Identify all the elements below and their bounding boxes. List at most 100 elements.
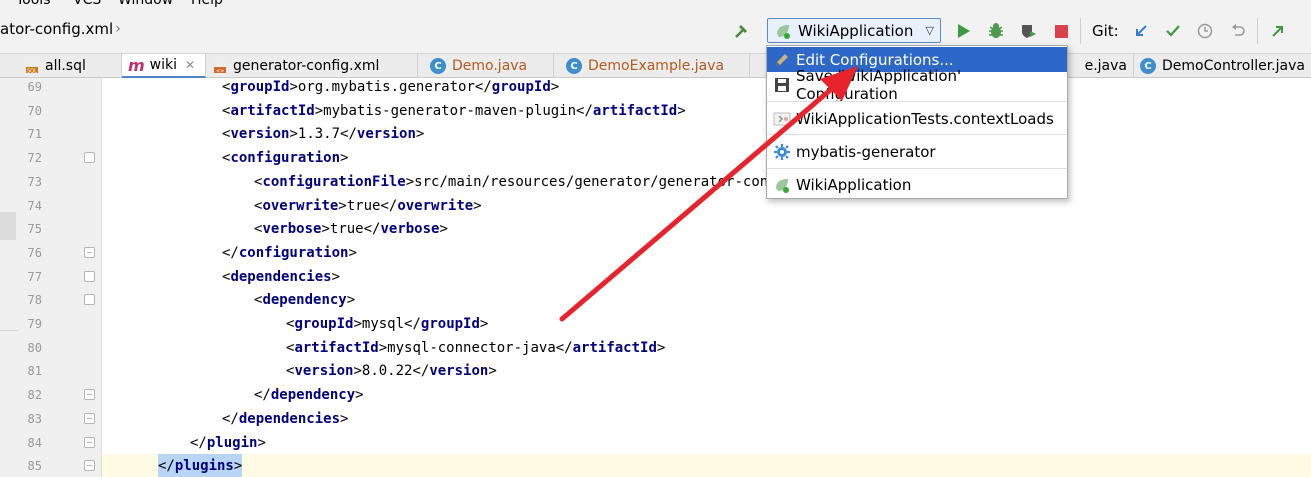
fold-marker-icon[interactable] [84,270,95,282]
fold-marker-icon[interactable] [84,436,95,448]
code-text: <artifactId>mybatis-generator-maven-plug… [222,102,686,119]
code-text: </plugin> [190,434,266,451]
git-push-icon[interactable] [1268,20,1288,42]
code-line[interactable]: 74 <overwrite>true</overwrite> [0,194,1311,218]
build-hammer-icon[interactable] [732,20,752,42]
tab-label: generator-config.xml [233,58,380,74]
code-line[interactable]: 81 <version>8.0.22</version> [0,359,1311,383]
coverage-icon[interactable] [1017,20,1039,42]
line-number: 85 [27,459,42,474]
code-line[interactable]: 85 </plugins> [0,454,1311,477]
line-number: 82 [27,388,42,403]
line-number: 73 [27,174,42,189]
menu-vcs[interactable]: VCS [73,0,101,8]
tab-label: DemoController.java [1162,58,1305,74]
tab-label: all.sql [45,58,86,74]
toolbar-divider [1080,18,1081,44]
chevron-down-icon: ▽ [925,24,934,37]
svg-text:SQL: SQL [27,69,37,75]
line-number: 77 [27,269,42,284]
menu-tools[interactable]: Tools [16,0,51,8]
code-text: <dependency> [254,292,356,309]
menu-separator [767,168,1067,169]
tab-label: wiki [149,57,178,73]
xml-file-icon: <> [213,59,227,74]
menu-item-label: WikiApplication [796,175,912,194]
menu-item-wiki-application-tests[interactable]: WikiApplicationTests.contextLoads [767,106,1067,131]
code-line[interactable]: 75 <verbose>true</verbose> [0,217,1311,241]
code-text: <verbose>true</verbose> [254,221,448,238]
breadcrumb[interactable]: ator-config.xml › [0,20,121,38]
line-number: 84 [27,435,42,450]
fold-marker-icon[interactable] [84,294,95,306]
git-rollback-icon[interactable] [1228,20,1248,42]
code-line[interactable]: 80 <artifactId>mysql-connector-java</arti… [0,336,1311,360]
line-number: 78 [27,293,42,308]
breadcrumb-file[interactable]: ator-config.xml [0,20,113,38]
run-icon[interactable] [955,20,973,42]
code-text: <version>8.0.22</version> [286,363,497,380]
menu-item-mybatis-generator[interactable]: mybatis-generator [767,139,1067,164]
code-line[interactable]: 72 <configuration> [0,146,1311,170]
code-text: </plugins> [158,454,243,477]
code-text: <dependencies> [222,268,341,285]
menu-item-label: WikiApplicationTests.contextLoads [796,109,1054,128]
maven-icon: m [128,55,145,75]
line-number: 81 [27,364,42,379]
sql-file-icon: SQL [25,59,39,75]
fold-marker-icon[interactable] [84,246,95,258]
code-text: <overwrite>true</overwrite> [254,197,482,214]
code-line[interactable]: 83 </dependencies> [0,407,1311,431]
line-number: 74 [27,198,42,213]
close-icon[interactable]: ✕ [185,58,195,72]
code-text: <groupId>org.mybatis.generator</groupId> [222,79,560,95]
code-line[interactable]: 77 <dependencies> [0,265,1311,289]
code-line[interactable]: 79 <groupId>mysql</groupId> [0,312,1311,336]
git-history-clock-icon[interactable] [1195,20,1215,42]
tab-label: DemoExample.java [588,58,725,74]
code-text: <artifactId>mysql-connector-java</artifa… [286,339,666,356]
git-commit-check-icon[interactable] [1163,20,1183,42]
stop-icon[interactable] [1052,20,1070,42]
code-line[interactable]: 69 <groupId>org.mybatis.generator</groupI… [0,75,1311,99]
spring-icon [773,176,791,194]
class-icon: C [1140,58,1156,74]
run-configuration-popup: Edit Configurations... Save 'WikiApplica… [766,45,1068,199]
code-line[interactable]: 82 </dependency> [0,383,1311,407]
menu-separator [767,101,1067,102]
line-number: 75 [27,222,42,237]
fold-marker-icon[interactable] [84,389,95,401]
fold-marker-icon[interactable] [84,460,95,472]
edit-icon [773,51,791,69]
code-line[interactable]: 76 </configuration> [0,241,1311,265]
code-text: </dependencies> [222,410,349,427]
line-number: 72 [27,151,42,166]
line-number: 79 [27,317,42,331]
chevron-right-icon: › [115,21,121,37]
tab-label: Demo.java [452,58,528,74]
run-configuration-select[interactable]: WikiApplication ▽ [767,18,941,43]
fold-marker-icon[interactable] [84,152,95,164]
code-text: <configurationFile>src/main/resources/ge… [254,173,777,190]
code-text: <configuration> [222,150,349,167]
debug-bug-icon[interactable] [985,20,1007,42]
menu-bar: Tools VCS Window Help [0,0,1311,8]
class-icon: C [566,58,582,74]
test-icon [773,110,791,128]
code-text: <version>1.3.7</version> [222,126,425,143]
menu-window[interactable]: Window [118,0,173,8]
git-update-icon[interactable] [1131,20,1151,42]
menu-item-wiki-application[interactable]: WikiApplication [767,172,1067,197]
code-line[interactable]: 70 <artifactId>mybatis-generator-maven-pl… [0,99,1311,123]
code-text: </configuration> [222,244,357,261]
code-line[interactable]: 84 </plugin> [0,431,1311,455]
menu-help[interactable]: Help [191,0,223,8]
menu-separator [767,134,1067,135]
code-line[interactable]: 71 <version>1.3.7</version> [0,122,1311,146]
fold-marker-icon[interactable] [84,412,95,424]
code-line[interactable]: 78 <dependency> [0,288,1311,312]
code-line[interactable]: 73 <configurationFile>src/main/resources/… [0,170,1311,194]
line-number: 80 [27,340,42,355]
git-label: Git: [1092,22,1119,40]
menu-item-save-configuration[interactable]: Save 'WikiApplication' Configuration [767,67,1067,103]
